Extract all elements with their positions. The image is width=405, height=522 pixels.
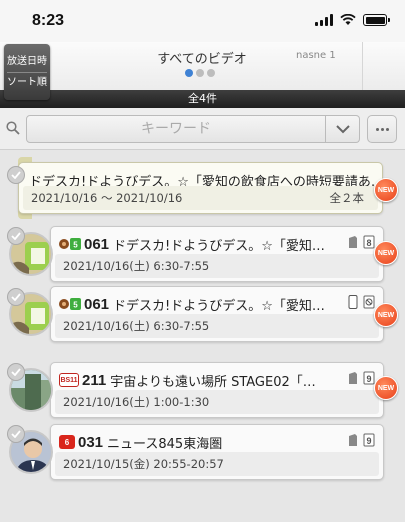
copy-prohibited-icon [363,295,375,309]
program-title: 宇宙よりも遠い場所 STAGE02「… [110,374,316,390]
program-title: ニュース845東海圏 [107,436,223,452]
search-icon [6,121,20,135]
copy-icon [349,236,357,248]
program-date: 2021/10/16(土) 1:00-1:30 [55,390,379,414]
select-checkbox[interactable] [7,425,25,443]
folder-date: 2021/10/16 ～ 2021/10/16 [31,191,183,205]
sort-button-label-1: 放送日時 [7,55,47,67]
chevron-down-icon [335,124,350,133]
mobile-device-icon [348,295,358,309]
battery-icon [363,14,390,26]
program-date: 2021/10/15(金) 20:55-20:57 [55,452,379,476]
svg-text:5: 5 [73,241,78,250]
program-date: 2021/10/16(土) 6:30-7:55 [55,254,379,278]
copy-icon [349,372,357,384]
program-title: ドデスカ!ドようびデス。☆「愛知… [113,298,325,314]
wifi-icon [340,14,356,25]
channel-block: 5 061 [59,296,109,313]
item-count: 全4件 [0,90,405,108]
new-badge: NEW [374,303,398,327]
channel-block: BS11 211 [59,372,106,389]
channel-logo-icon: 5 [59,298,81,310]
folder-date-range: 2021/10/16 ～ 2021/10/16 全２本 [23,186,378,210]
svg-text:9: 9 [366,374,371,384]
page-indicator[interactable] [185,69,215,77]
next-page-title[interactable]: nasne 1 [296,50,336,61]
new-badge: NEW [374,376,398,400]
new-badge: NEW [374,241,398,265]
dubbing-count-icon: 9 [363,433,375,447]
dubbing-count-icon: 9 [363,371,375,385]
recording-item[interactable]: 6 031 ニュース845東海圏 9 2021/10/15(金) 20:55-2… [50,424,384,480]
page-dot [207,69,215,77]
header: 放送日時 ソート順 すべてのビデオ nasne 1 [0,42,405,100]
recording-item[interactable]: 5 061 ドデスカ!ドようびデス。☆「愛知… 2021/10/16(土) 6:… [50,286,384,342]
channel-number: 061 [84,235,110,253]
header-divider [362,42,363,90]
channel-block: 6 031 [59,434,103,451]
svg-text:5: 5 [73,301,78,310]
status-icons [315,14,390,26]
more-dot-icon [375,127,379,131]
program-date: 2021/10/16(土) 6:30-7:55 [55,314,379,338]
status-icons: 9 [347,433,375,447]
channel-number: 211 [82,371,107,389]
status-bar: 8:23 [0,0,405,42]
select-checkbox[interactable] [7,363,25,381]
channel-block: 5 061 [59,236,109,253]
search-input[interactable]: キーワード [26,115,326,143]
sort-button-label-2: ソート順 [7,76,47,88]
search-bar: キーワード [0,108,405,150]
new-badge: NEW [374,178,398,202]
page-title: すべてのビデオ [157,52,247,67]
folder-count: 全２本 [329,191,365,205]
program-title: ドデスカ!ドようびデス。☆「愛知… [113,238,325,254]
channel-logo-icon: BS11 [59,373,79,387]
svg-text:8: 8 [366,238,371,248]
select-checkbox[interactable] [7,166,25,184]
channel-number: 061 [84,295,110,313]
recording-item[interactable]: BS11 211 宇宙よりも遠い場所 STAGE02「… 9 2021/10/1… [50,362,384,418]
status-time: 8:23 [32,12,65,29]
select-checkbox[interactable] [7,227,25,245]
more-dot-icon [380,127,384,131]
copy-icon [349,434,357,446]
status-icons: 9 [347,371,375,385]
folder-item[interactable]: ドデスカ!ドようびデス。☆「愛知の飲食店への時短要請あ… 2021/10/16 … [18,162,383,214]
channel-logo-icon: 5 [59,238,81,250]
channel-number: 031 [78,433,104,451]
more-button[interactable] [367,115,397,143]
svg-text:9: 9 [366,436,371,446]
recording-item[interactable]: 5 061 ドデスカ!ドようびデス。☆「愛知… 8 2021/10/16(土) … [50,226,384,282]
sort-button-divider [7,71,47,73]
cellular-signal-icon [315,14,333,26]
video-list: ドデスカ!ドようびデス。☆「愛知の飲食店への時短要請あ… 2021/10/16 … [0,150,405,522]
channel-logo-icon: 6 [59,435,75,449]
select-checkbox[interactable] [7,288,25,306]
more-dot-icon [385,127,389,131]
status-icons: 8 [347,235,375,249]
page-dot-active [185,69,193,77]
search-dropdown-button[interactable] [326,115,360,143]
dubbing-count-icon: 8 [363,235,375,249]
page-dot [196,69,204,77]
status-icons [347,295,375,309]
sort-button[interactable]: 放送日時 ソート順 [4,44,50,100]
